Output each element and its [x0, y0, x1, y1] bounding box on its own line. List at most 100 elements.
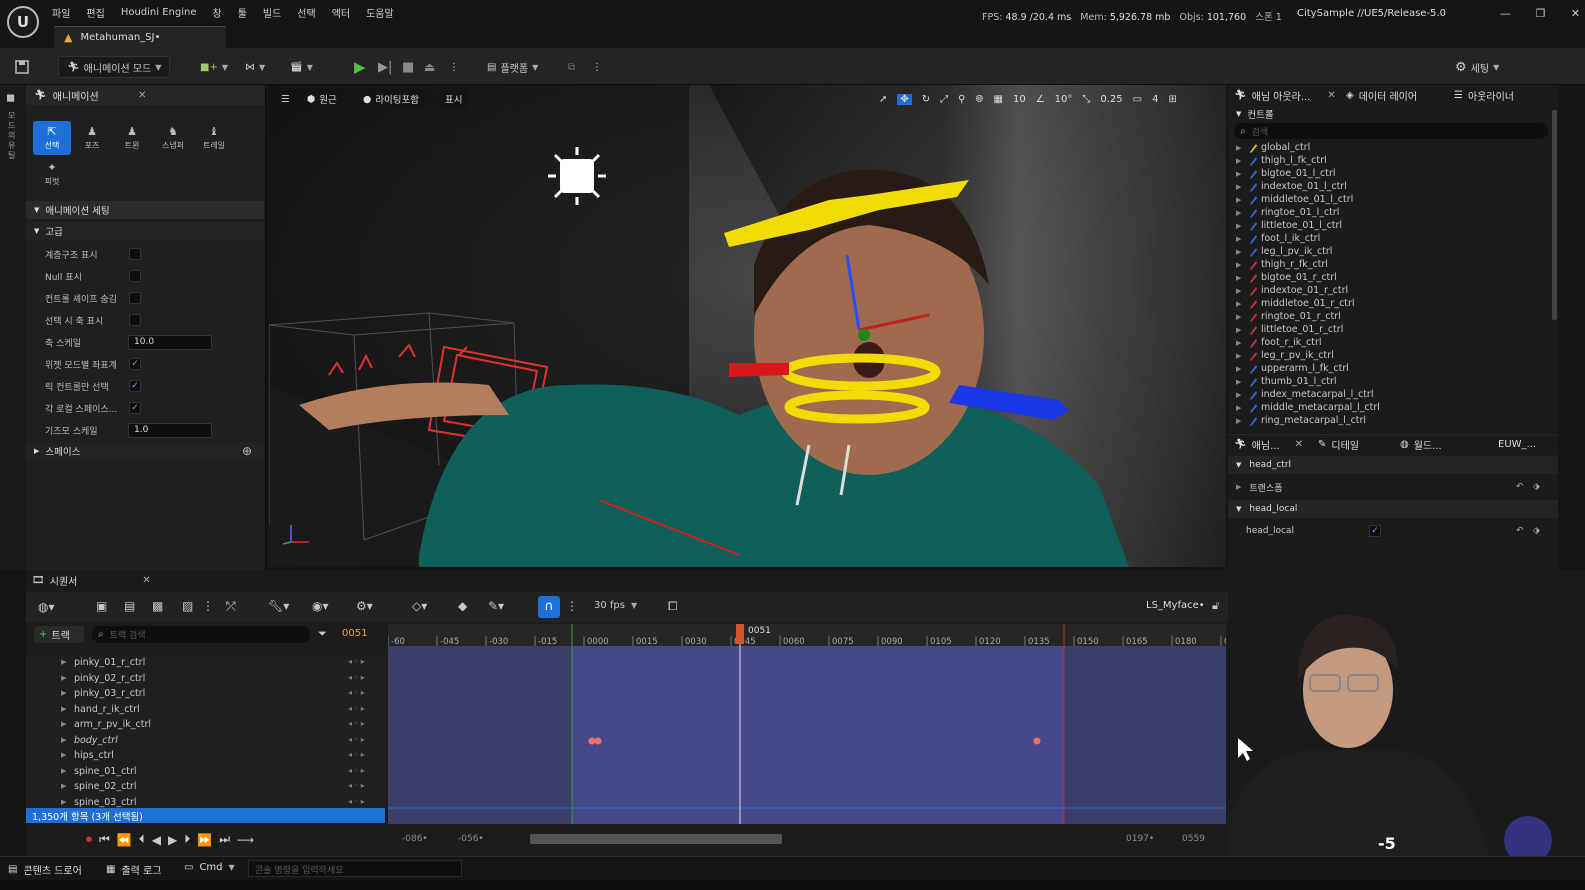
- chevron-right-icon[interactable]: ▶: [61, 736, 66, 744]
- key-nav-icon[interactable]: ◂◦▸: [348, 673, 367, 682]
- setting-checkbox[interactable]: [129, 248, 141, 260]
- control-tree-item[interactable]: ▶ thumb_01_l_ctrl: [1228, 375, 1548, 388]
- chevron-right-icon[interactable]: ▶: [61, 689, 66, 697]
- play-button[interactable]: ▶: [354, 56, 366, 78]
- key-icon[interactable]: ⬗: [1533, 482, 1540, 492]
- menu-help[interactable]: 도움말: [366, 5, 394, 20]
- cinematics-button[interactable]: 🎬︎ ▼: [290, 56, 313, 78]
- control-tree-item[interactable]: ▶ littletoe_01_r_ctrl: [1228, 323, 1548, 336]
- minimize-button[interactable]: —: [1488, 7, 1523, 20]
- chevron-right-icon[interactable]: ▶: [1236, 352, 1241, 360]
- track-row[interactable]: ▶ spine_02_ctrl ◂◦▸: [26, 780, 385, 795]
- mode-select-button[interactable]: ⇱ 선택: [33, 121, 71, 155]
- cmd-dropdown[interactable]: ▭ Cmd ▼: [184, 862, 235, 873]
- reset-icon[interactable]: ↶: [1516, 482, 1524, 492]
- chevron-right-icon[interactable]: ▶: [1236, 274, 1241, 282]
- content-drawer-button[interactable]: ▤ 콘텐츠 드로어: [8, 862, 82, 877]
- key-icon[interactable]: ⬗: [1533, 526, 1540, 536]
- tab-outliner[interactable]: ☰ 아웃라이너: [1454, 85, 1514, 105]
- chevron-right-icon[interactable]: ▶: [1236, 404, 1241, 412]
- filter-icon[interactable]: ⏷: [318, 627, 327, 641]
- chevron-right-icon[interactable]: ▶: [1236, 222, 1241, 230]
- eject-button[interactable]: ⏏: [424, 56, 435, 78]
- track-row[interactable]: ▶ pinky_01_r_ctrl ◂◦▸: [26, 656, 385, 671]
- control-tree-item[interactable]: ▶ index_metacarpal_l_ctrl: [1228, 388, 1548, 401]
- scale-tool-icon[interactable]: ⤢: [940, 94, 948, 105]
- close-tab-icon[interactable]: ✕: [1327, 90, 1335, 101]
- track-row[interactable]: ▶ body_ctrl ◂◦▸: [26, 734, 385, 749]
- close-tab-icon[interactable]: ✕: [138, 90, 146, 101]
- world-local-icon[interactable]: 🌐︎: [976, 94, 984, 105]
- setting-checkbox[interactable]: [129, 292, 141, 304]
- menu-tools[interactable]: 툴: [238, 5, 247, 20]
- menu-file[interactable]: 파일: [52, 5, 70, 20]
- curve-editor-icon[interactable]: ⧠: [668, 599, 678, 614]
- add-space-icon[interactable]: ⊕: [242, 444, 252, 458]
- wrench-icon[interactable]: 🔧︎▾: [268, 599, 289, 613]
- source-control-icon[interactable]: ⧉: [568, 56, 575, 78]
- control-tree-item[interactable]: ▶ foot_r_ik_ctrl: [1228, 336, 1548, 349]
- prev-key-icon[interactable]: ⏪: [117, 833, 132, 847]
- menu-select[interactable]: 선택: [297, 5, 315, 20]
- render-icon[interactable]: ▨: [182, 599, 193, 613]
- chevron-right-icon[interactable]: ▶: [1236, 144, 1241, 152]
- blueprint-button[interactable]: ⋈ ▼: [245, 56, 265, 78]
- chevron-right-icon[interactable]: ▶: [1236, 300, 1241, 308]
- surface-snap-icon[interactable]: ⚲: [958, 94, 965, 105]
- angle-snap-value[interactable]: 10°: [1055, 94, 1073, 105]
- chevron-right-icon[interactable]: ▶: [1236, 196, 1241, 204]
- control-tree-item[interactable]: ▶ ringtoe_01_l_ctrl: [1228, 206, 1548, 219]
- scale-snap-icon[interactable]: ⤡: [1082, 94, 1090, 105]
- save-sequence-icon[interactable]: ▣: [96, 599, 107, 613]
- close-tab-icon[interactable]: ✕: [1295, 439, 1303, 450]
- track-row[interactable]: ▶ spine_01_ctrl ◂◦▸: [26, 765, 385, 780]
- track-row[interactable]: ▶ pinky_03_r_ctrl ◂◦▸: [26, 687, 385, 702]
- mode-pivot-button[interactable]: ✦ 피벗: [33, 157, 71, 191]
- move-tool-icon[interactable]: ✥: [897, 93, 912, 105]
- level-viewport[interactable]: ☰ ⬢ 원근 ● 라이팅포함 표시 ➚ ✥ ↻ ⤢ ⚲ 🌐︎ ▦ 10 ∠ 10° …: [269, 85, 1226, 567]
- play-icon[interactable]: ▶: [168, 833, 177, 847]
- control-tree-item[interactable]: ▶ middletoe_01_r_ctrl: [1228, 297, 1548, 310]
- more-icon[interactable]: ⋮: [202, 599, 214, 613]
- track-row[interactable]: ▶ arm_r_pv_ik_ctrl ◂◦▸: [26, 718, 385, 733]
- menu-build[interactable]: 빌드: [263, 5, 281, 20]
- control-tree-item[interactable]: ▶ thigh_r_fk_ctrl: [1228, 258, 1548, 271]
- chevron-right-icon[interactable]: ▶: [61, 782, 66, 790]
- more-options-button[interactable]: ⋮: [592, 56, 602, 78]
- head-local-checkbox[interactable]: ✓: [1369, 525, 1381, 537]
- grid-snap-value[interactable]: 10: [1013, 94, 1026, 105]
- unreal-logo-icon[interactable]: U: [7, 6, 39, 38]
- menu-edit[interactable]: 편집: [86, 5, 104, 20]
- chevron-right-icon[interactable]: ▶: [61, 798, 66, 806]
- view-start[interactable]: -056•: [458, 834, 484, 844]
- snap-options-icon[interactable]: ⋮: [566, 599, 578, 613]
- grid-snap-icon[interactable]: ▦: [994, 94, 1003, 105]
- chevron-right-icon[interactable]: ▶: [1236, 248, 1241, 256]
- fps-dropdown[interactable]: 30 fps ▼: [594, 600, 637, 611]
- lighting-mode-button[interactable]: ● 라이팅포함: [357, 90, 425, 108]
- snap-toggle-icon[interactable]: ∩: [538, 596, 560, 618]
- head-local-section[interactable]: ▼ head_local: [1228, 500, 1558, 518]
- control-tree-item[interactable]: ▶ ringtoe_01_r_ctrl: [1228, 310, 1548, 323]
- chevron-right-icon[interactable]: ▶: [1236, 183, 1241, 191]
- key-nav-icon[interactable]: ◂◦▸: [348, 657, 367, 666]
- tab-euw[interactable]: EUW_...: [1498, 434, 1536, 454]
- timeline-area[interactable]: -60 -045 -030 -015 0000 0015 0030 0045 0060 0075 0…: [388, 624, 1226, 824]
- perspective-button[interactable]: ⬢ 원근: [301, 90, 343, 108]
- viewport-layout-icon[interactable]: ⊞: [1168, 94, 1176, 105]
- chevron-right-icon[interactable]: ▶: [1236, 391, 1241, 399]
- key-nav-icon[interactable]: ◂◦▸: [348, 766, 367, 775]
- key-nav-icon[interactable]: ◂◦▸: [348, 719, 367, 728]
- settings-dropdown[interactable]: ⚙ 세팅 ▼: [1455, 56, 1499, 78]
- key-nav-icon[interactable]: ◂◦▸: [348, 750, 367, 759]
- key-nav-icon[interactable]: ◂◦▸: [348, 797, 367, 806]
- modes-icon[interactable]: ◼: [6, 91, 15, 104]
- loop-icon[interactable]: ⟶: [237, 833, 254, 847]
- chevron-right-icon[interactable]: ▶: [61, 705, 66, 713]
- tab-data-layers[interactable]: ◈ 데이터 레이어: [1346, 85, 1417, 105]
- tab-anim-details[interactable]: 🏃︎ 애님... ✕: [1234, 434, 1303, 454]
- show-button[interactable]: 표시: [439, 90, 469, 108]
- camera-speed-value[interactable]: 4: [1152, 94, 1158, 105]
- timeline-scrollbar[interactable]: [530, 834, 782, 844]
- key-nav-icon[interactable]: ◂◦▸: [348, 781, 367, 790]
